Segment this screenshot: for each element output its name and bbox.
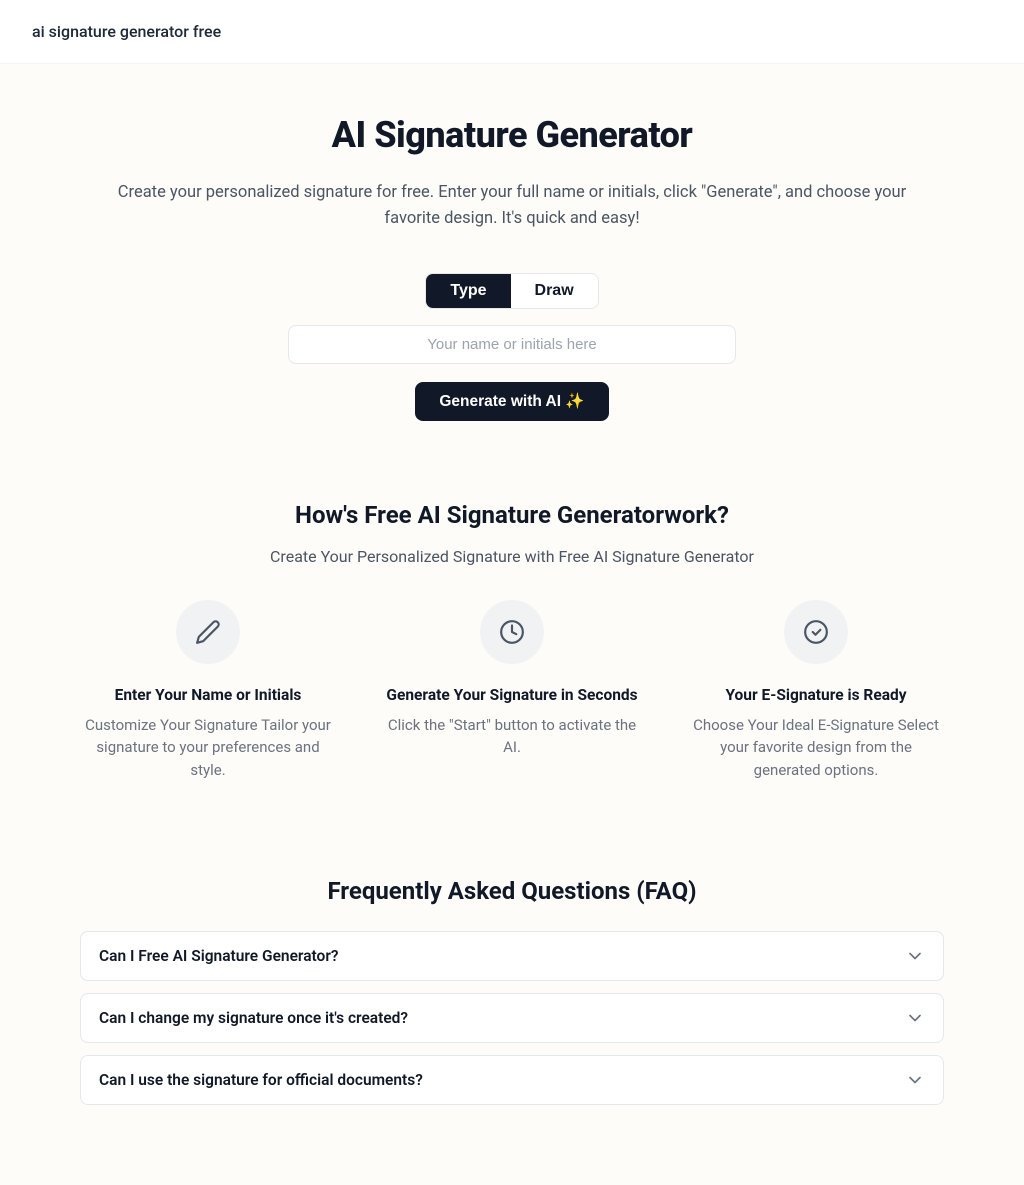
steps-grid: Enter Your Name or Initials Customize Yo…	[80, 600, 944, 782]
step-desc: Choose Your Ideal E-Signature Select you…	[688, 714, 944, 782]
topbar-title: ai signature generator free	[32, 22, 992, 41]
how-it-works-subtitle: Create Your Personalized Signature with …	[80, 547, 944, 566]
step-1: Enter Your Name or Initials Customize Yo…	[80, 600, 336, 782]
name-input[interactable]	[288, 325, 736, 364]
chevron-down-icon	[905, 946, 925, 966]
clock-icon	[480, 600, 544, 664]
tab-type[interactable]: Type	[426, 274, 510, 308]
faq-question: Can I use the signature for official doc…	[99, 1071, 423, 1089]
step-3: Your E-Signature is Ready Choose Your Id…	[688, 600, 944, 782]
tab-draw[interactable]: Draw	[511, 274, 598, 308]
check-circle-icon	[784, 600, 848, 664]
step-2: Generate Your Signature in Seconds Click…	[384, 600, 640, 782]
pencil-icon	[176, 600, 240, 664]
step-desc: Click the "Start" button to activate the…	[384, 714, 640, 759]
generate-button[interactable]: Generate with AI ✨	[415, 382, 608, 421]
chevron-down-icon	[905, 1008, 925, 1028]
how-it-works-title: How's Free AI Signature Generatorwork?	[80, 501, 944, 529]
step-desc: Customize Your Signature Tailor your sig…	[80, 714, 336, 782]
page-subtitle: Create your personalized signature for f…	[117, 180, 907, 233]
page-title: AI Signature Generator	[80, 114, 944, 156]
faq-list: Can I Free AI Signature Generator? Can I…	[80, 931, 944, 1105]
faq-title: Frequently Asked Questions (FAQ)	[80, 877, 944, 905]
chevron-down-icon	[905, 1070, 925, 1090]
faq-item[interactable]: Can I Free AI Signature Generator?	[80, 931, 944, 981]
hero-section: AI Signature Generator Create your perso…	[0, 64, 1024, 1185]
faq-item[interactable]: Can I use the signature for official doc…	[80, 1055, 944, 1105]
step-title: Generate Your Signature in Seconds	[384, 686, 640, 704]
faq-item[interactable]: Can I change my signature once it's crea…	[80, 993, 944, 1043]
faq-question: Can I Free AI Signature Generator?	[99, 947, 339, 965]
step-title: Your E-Signature is Ready	[688, 686, 944, 704]
mode-toggle: Type Draw	[425, 273, 598, 309]
topbar: ai signature generator free	[0, 0, 1024, 64]
faq-question: Can I change my signature once it's crea…	[99, 1009, 408, 1027]
step-title: Enter Your Name or Initials	[80, 686, 336, 704]
